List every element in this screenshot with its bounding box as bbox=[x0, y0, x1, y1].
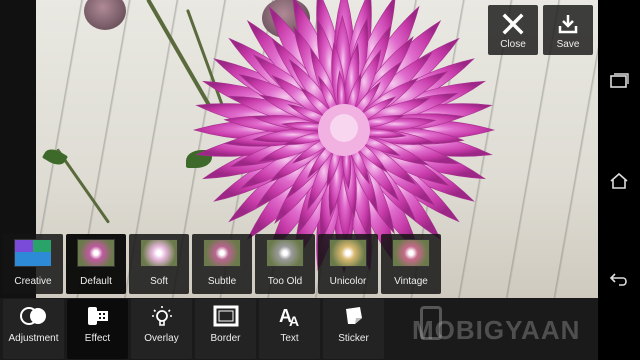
tool-label: Adjustment bbox=[8, 333, 59, 344]
lightbulb-icon bbox=[150, 299, 174, 333]
save-label: Save bbox=[556, 39, 580, 50]
tool-border[interactable]: Border bbox=[195, 299, 256, 359]
effect-label: Soft bbox=[150, 276, 168, 287]
close-button[interactable]: Close bbox=[488, 5, 538, 55]
effect-label: Creative bbox=[14, 276, 52, 287]
flower-bud bbox=[84, 0, 126, 30]
creative-grid-icon bbox=[14, 239, 52, 267]
too-old-preview bbox=[266, 239, 304, 267]
tool-effect[interactable]: Effect bbox=[67, 299, 128, 359]
tool-adjustment[interactable]: Adjustment bbox=[3, 299, 64, 359]
tool-label: Overlay bbox=[144, 333, 179, 344]
default-preview bbox=[77, 239, 115, 267]
system-nav-bar bbox=[598, 0, 640, 360]
tool-label: Effect bbox=[84, 333, 111, 344]
close-label: Close bbox=[500, 39, 526, 50]
home-icon[interactable] bbox=[608, 170, 630, 192]
effect-label: Vintage bbox=[394, 276, 428, 287]
effect-label: Default bbox=[80, 276, 112, 287]
adjustment-icon bbox=[19, 299, 49, 333]
effect-label: Subtle bbox=[207, 276, 237, 287]
tool-sticker[interactable]: Sticker bbox=[323, 299, 384, 359]
effect-vintage[interactable]: Vintage bbox=[381, 234, 441, 294]
tool-text[interactable]: A A Text bbox=[259, 299, 320, 359]
save-button[interactable]: Save bbox=[543, 5, 593, 55]
effect-label: Unicolor bbox=[329, 276, 367, 287]
svg-text:A: A bbox=[289, 313, 299, 328]
sticker-icon bbox=[342, 299, 366, 333]
effect-too-old[interactable]: Too Old bbox=[255, 234, 315, 294]
recent-apps-icon[interactable] bbox=[608, 70, 630, 92]
text-icon: AA bbox=[277, 299, 303, 333]
effect-default[interactable]: Default bbox=[66, 234, 126, 294]
unicolor-preview bbox=[329, 239, 367, 267]
frame-icon bbox=[213, 299, 239, 333]
film-roll-icon bbox=[86, 299, 110, 333]
leaf bbox=[41, 145, 69, 169]
tool-label: Text bbox=[280, 333, 299, 344]
effect-unicolor[interactable]: Unicolor bbox=[318, 234, 378, 294]
effect-creative[interactable]: Creative bbox=[3, 234, 63, 294]
subtle-preview bbox=[203, 239, 241, 267]
back-icon[interactable] bbox=[608, 268, 630, 290]
download-icon bbox=[557, 9, 579, 39]
effect-label: Too Old bbox=[267, 276, 303, 287]
effects-strip: Creative Default Soft Subtle Too Old Unicolor… bbox=[0, 234, 444, 296]
effect-subtle[interactable]: Subtle bbox=[192, 234, 252, 294]
vintage-preview bbox=[392, 239, 430, 267]
close-icon bbox=[502, 9, 524, 39]
soft-preview bbox=[140, 239, 178, 267]
tool-overlay[interactable]: Overlay bbox=[131, 299, 192, 359]
tool-label: Border bbox=[210, 333, 241, 344]
watermark-text: MOBIGYAAN bbox=[412, 315, 581, 345]
effect-soft[interactable]: Soft bbox=[129, 234, 189, 294]
tool-label: Sticker bbox=[338, 333, 369, 344]
